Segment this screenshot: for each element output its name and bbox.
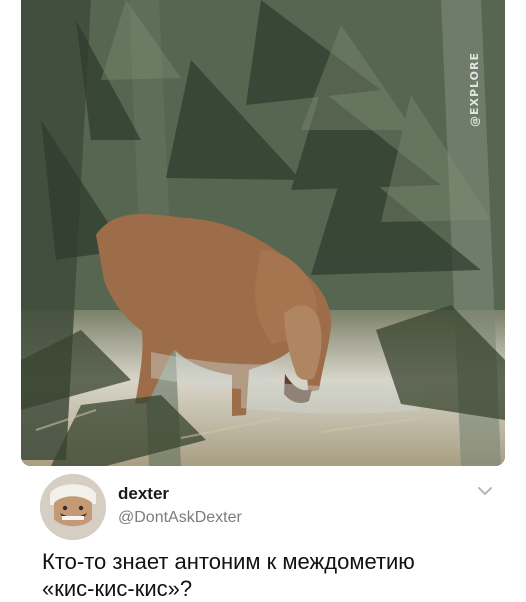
cougar-forest-illustration bbox=[21, 0, 505, 466]
tweet-card: dexter @DontAskDexter Кто-то знает антон… bbox=[40, 474, 500, 601]
watermark: @EXPLORE bbox=[468, 52, 481, 128]
avatar[interactable] bbox=[40, 474, 106, 540]
tweet-photo[interactable]: @EXPLORE bbox=[21, 0, 505, 466]
tweet-text: Кто-то знает антоним к междометию «кис-к… bbox=[42, 549, 415, 601]
author-handle[interactable]: @DontAskDexter bbox=[118, 509, 242, 527]
author-name[interactable]: dexter bbox=[118, 484, 169, 504]
chevron-down-icon[interactable] bbox=[478, 487, 492, 496]
avatar-icon bbox=[40, 474, 106, 540]
